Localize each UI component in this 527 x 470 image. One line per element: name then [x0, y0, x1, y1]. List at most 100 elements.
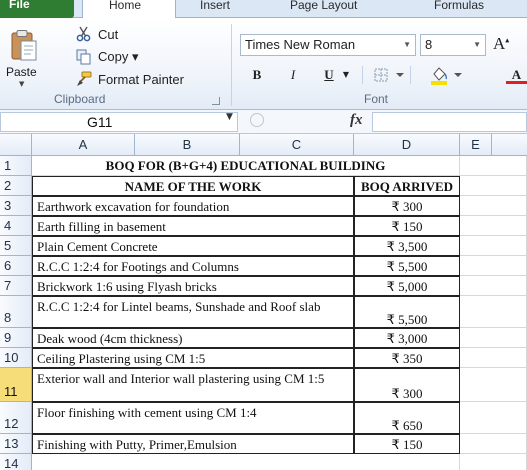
- paste-icon[interactable]: [10, 30, 38, 62]
- tab-formulas[interactable]: Formulas: [434, 0, 484, 18]
- font-family-select[interactable]: Times New Roman ▼: [240, 34, 416, 56]
- select-all-corner[interactable]: [0, 134, 32, 156]
- column-header-a[interactable]: A: [32, 134, 135, 156]
- chevron-down-icon: ▼: [403, 40, 411, 49]
- empty-cell[interactable]: [460, 256, 527, 276]
- font-size-value: 8: [425, 37, 433, 52]
- chevron-down-icon[interactable]: ▼: [226, 112, 233, 122]
- grow-font-icon[interactable]: A▴: [493, 34, 509, 54]
- brush-icon: [76, 71, 92, 87]
- amount-cell[interactable]: ₹ 3,500: [354, 236, 460, 256]
- copy-label: Copy ▾: [98, 49, 139, 64]
- work-name-cell[interactable]: R.C.C 1:2:4 for Lintel beams, Sunshade a…: [32, 296, 354, 328]
- row-header[interactable]: 8: [0, 296, 32, 328]
- column-header-e[interactable]: E: [460, 134, 492, 156]
- row-header[interactable]: 1: [0, 156, 32, 176]
- work-name-cell[interactable]: Plain Cement Concrete: [32, 236, 354, 256]
- tab-file[interactable]: File: [0, 0, 74, 18]
- spreadsheet-grid: A B C D E 1 BOQ FOR (B+G+4) EDUCATIONAL B…: [0, 134, 527, 470]
- column-header-d[interactable]: D: [354, 134, 460, 156]
- work-name-cell[interactable]: Floor finishing with cement using CM 1:4: [32, 402, 354, 434]
- copy-button[interactable]: Copy ▾: [76, 48, 139, 66]
- insert-function-button[interactable]: fx: [350, 112, 363, 129]
- font-family-value: Times New Roman: [245, 37, 356, 52]
- empty-cell[interactable]: [460, 454, 527, 470]
- italic-button[interactable]: I: [282, 64, 304, 86]
- amount-cell[interactable]: ₹ 300: [354, 368, 460, 402]
- amount-cell[interactable]: ₹ 150: [354, 216, 460, 236]
- amount-cell[interactable]: ₹ 300: [354, 196, 460, 216]
- row-header[interactable]: 5: [0, 236, 32, 256]
- title-cell[interactable]: BOQ FOR (B+G+4) EDUCATIONAL BUILDING: [32, 156, 460, 176]
- row-header[interactable]: 2: [0, 176, 32, 196]
- empty-cell[interactable]: [460, 216, 527, 236]
- amount-cell[interactable]: ₹ 5,500: [354, 296, 460, 328]
- borders-button[interactable]: [372, 64, 406, 86]
- amount-cell[interactable]: ₹ 5,500: [354, 256, 460, 276]
- amount-cell[interactable]: ₹ 5,000: [354, 276, 460, 296]
- work-name-cell[interactable]: Deak wood (4cm thickness): [32, 328, 354, 348]
- row-header[interactable]: 11: [0, 368, 32, 402]
- empty-cell[interactable]: [460, 402, 527, 434]
- amount-cell[interactable]: ₹ 3,000: [354, 328, 460, 348]
- empty-cell[interactable]: [460, 156, 527, 176]
- row-header[interactable]: 6: [0, 256, 32, 276]
- tab-insert[interactable]: Insert: [200, 0, 230, 18]
- work-name-cell[interactable]: Earthwork excavation for foundation: [32, 196, 354, 216]
- row-header[interactable]: 9: [0, 328, 32, 348]
- fill-color-button[interactable]: [428, 64, 466, 86]
- work-name-cell[interactable]: Exterior wall and Interior wall plasteri…: [32, 368, 354, 402]
- cut-button[interactable]: Cut: [76, 25, 118, 43]
- row-header[interactable]: 7: [0, 276, 32, 296]
- font-size-select[interactable]: 8 ▼: [420, 34, 486, 56]
- font-color-bar: [506, 81, 527, 84]
- empty-cell[interactable]: [460, 348, 527, 368]
- column-header-c[interactable]: C: [240, 134, 354, 156]
- font-group-label: Font: [364, 92, 389, 106]
- tab-home[interactable]: Home: [82, 0, 176, 20]
- cancel-icon: [250, 113, 264, 127]
- clipboard-dialog-launcher[interactable]: [212, 97, 220, 105]
- row-header[interactable]: 14: [0, 454, 32, 470]
- empty-cell[interactable]: [460, 236, 527, 256]
- row-header[interactable]: 12: [0, 402, 32, 434]
- column-title-work[interactable]: NAME OF THE WORK: [32, 176, 354, 196]
- ribbon: Paste ▼ Cut Copy ▾ Format Painter Clipbo…: [0, 18, 527, 110]
- work-name-cell[interactable]: Ceiling Plastering using CM 1:5: [32, 348, 354, 368]
- amount-cell[interactable]: ₹ 150: [354, 434, 460, 454]
- empty-cell[interactable]: [460, 196, 527, 216]
- empty-cell[interactable]: [32, 454, 460, 470]
- work-name-cell[interactable]: R.C.C 1:2:4 for Footings and Columns: [32, 256, 354, 276]
- empty-cell[interactable]: [460, 276, 527, 296]
- row-header[interactable]: 3: [0, 196, 32, 216]
- name-box[interactable]: G11: [0, 112, 238, 132]
- font-color-button[interactable]: A: [506, 64, 527, 86]
- chevron-down-icon[interactable]: ▼: [340, 64, 352, 86]
- work-name-cell[interactable]: Earth filling in basement: [32, 216, 354, 236]
- formula-input[interactable]: [372, 112, 527, 132]
- format-painter-label: Format Painter: [98, 71, 184, 87]
- amount-cell[interactable]: ₹ 650: [354, 402, 460, 434]
- scissors-icon: [76, 26, 92, 42]
- amount-cell[interactable]: ₹ 350: [354, 348, 460, 368]
- toolbar-divider: [410, 66, 411, 84]
- empty-cell[interactable]: [460, 296, 527, 328]
- column-header-b[interactable]: B: [135, 134, 240, 156]
- empty-cell[interactable]: [460, 176, 527, 196]
- row-header[interactable]: 4: [0, 216, 32, 236]
- empty-cell[interactable]: [460, 434, 527, 454]
- paste-button[interactable]: Paste: [6, 65, 37, 79]
- format-painter-button[interactable]: Format Painter: [76, 70, 184, 88]
- formula-bar: G11 ▼ fx: [0, 110, 527, 134]
- work-name-cell[interactable]: Brickwork 1:6 using Flyash bricks: [32, 276, 354, 296]
- work-name-cell[interactable]: Finishing with Putty, Primer,Emulsion: [32, 434, 354, 454]
- chevron-down-icon[interactable]: ▼: [19, 80, 24, 88]
- empty-cell[interactable]: [460, 328, 527, 348]
- underline-button[interactable]: U: [318, 64, 340, 86]
- bold-button[interactable]: B: [246, 64, 268, 86]
- row-header[interactable]: 13: [0, 434, 32, 454]
- tab-page-layout[interactable]: Page Layout: [290, 0, 357, 18]
- empty-cell[interactable]: [460, 368, 527, 402]
- row-header[interactable]: 10: [0, 348, 32, 368]
- column-title-amount[interactable]: BOQ ARRIVED: [354, 176, 460, 196]
